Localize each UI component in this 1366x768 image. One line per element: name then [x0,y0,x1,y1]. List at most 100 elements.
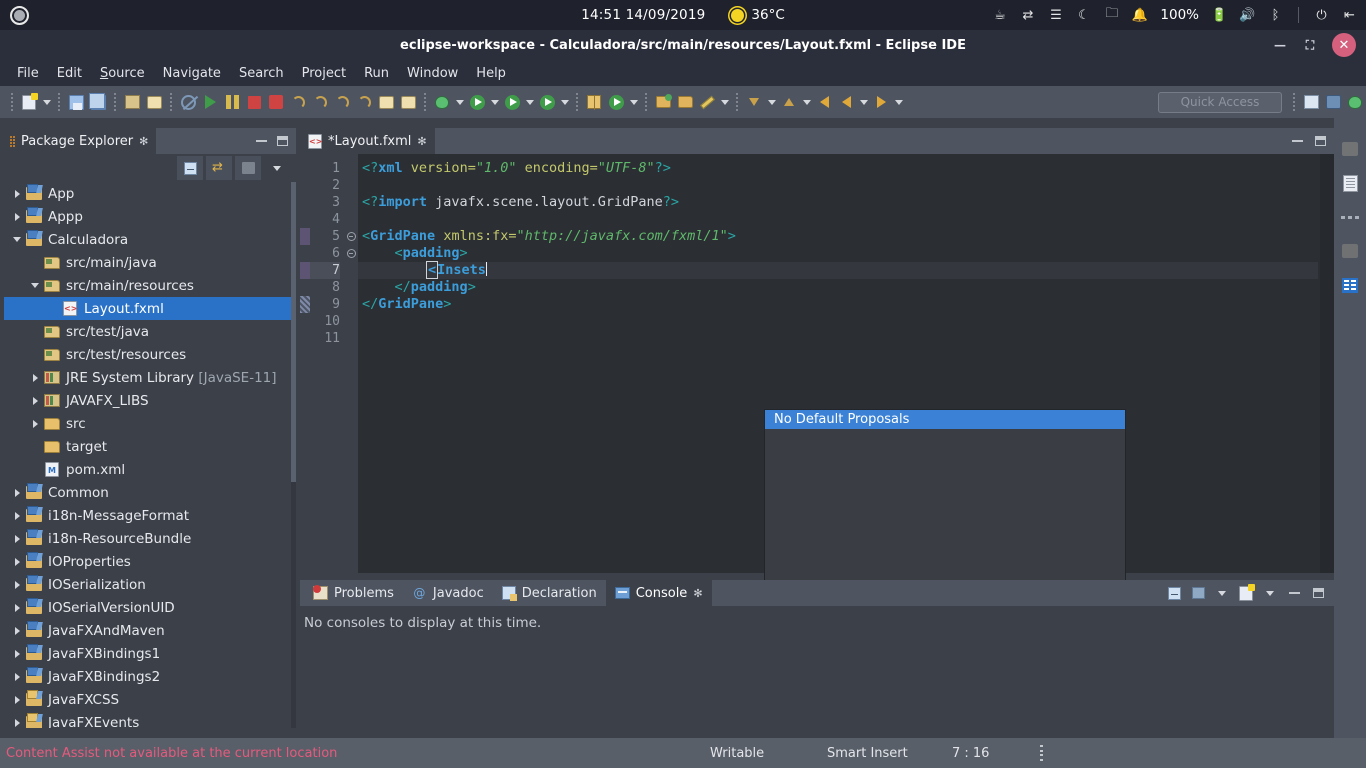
tree-item-src-main-resources[interactable]: src/main/resources [4,274,296,297]
chevron-right-icon[interactable] [28,419,42,428]
menu-item-project[interactable]: Project [293,63,355,84]
disconnect-button[interactable] [265,90,287,114]
tab-console[interactable]: Console ✻ [605,580,712,606]
debug-dropdown[interactable] [558,90,571,114]
content-assist-item[interactable]: No Default Proposals [765,410,1125,429]
focus-on-active-task-button[interactable] [235,156,261,180]
maximize-icon[interactable] [1315,136,1326,146]
ubuntu-circle-icon[interactable] [4,0,34,30]
tree-item-javafxbindings2[interactable]: JavaFXBindings2 [4,665,296,688]
menu-item-help[interactable]: Help [467,63,515,84]
restore-2-icon[interactable] [1334,234,1366,268]
java-perspective-button[interactable] [1322,90,1344,114]
run-last-tool-button[interactable] [501,90,523,114]
external-tools-button[interactable] [431,90,453,114]
tree-item-layout-fxml[interactable]: <> Layout.fxml [4,297,296,320]
back-2-button[interactable] [835,90,857,114]
new-annotation-button[interactable] [605,90,627,114]
menu-item-edit[interactable]: Edit [48,63,91,84]
code-line[interactable]: </padding> [358,279,1318,296]
skip-all-breakpoints-button[interactable] [177,90,199,114]
chevron-right-icon[interactable] [10,189,24,198]
hamburger-menu-icon[interactable]: ☰ [1047,7,1064,24]
tree-item-src-test-resources[interactable]: src/test/resources [4,343,296,366]
tab-layout-fxml[interactable]: <> *Layout.fxml ✻ [300,128,435,154]
chevron-right-icon[interactable] [10,580,24,589]
tab-package-explorer[interactable]: Package Explorer ✻ [4,128,157,154]
step-over-button[interactable] [309,90,331,114]
outline-dots-icon[interactable] [1334,200,1366,234]
code-line[interactable]: <?import javafx.scene.layout.GridPane?> [358,194,1318,211]
chevron-right-icon[interactable] [10,649,24,658]
minimize-icon[interactable] [256,140,267,142]
debug-perspective-button[interactable] [1344,90,1366,114]
chevron-right-icon[interactable] [28,373,42,382]
chevron-down-icon[interactable] [10,237,24,242]
step-return-button[interactable] [331,90,353,114]
tree-item-javafxbindings1[interactable]: JavaFXBindings1 [4,642,296,665]
maximize-icon[interactable] [277,136,288,146]
chevron-right-icon[interactable] [10,212,24,221]
menu-item-source[interactable]: Source [91,63,154,84]
tree-item-target[interactable]: target [4,435,296,458]
open-type-button[interactable] [652,90,674,114]
tree-item-app[interactable]: App [4,182,296,205]
coffee-cup-icon[interactable]: ☕ [991,7,1008,24]
menu-item-navigate[interactable]: Navigate [154,63,230,84]
new-wizard-button[interactable] [18,90,40,114]
annotation-marker[interactable] [300,228,310,245]
print-button[interactable] [121,90,143,114]
close-icon[interactable]: ✻ [693,587,702,600]
vertical-dots-icon[interactable] [1040,745,1043,761]
edit-dropdown[interactable] [718,90,731,114]
task-list-icon[interactable] [1334,268,1366,302]
close-icon[interactable]: ✕ [1332,33,1356,57]
code-line[interactable]: </GridPane> [358,296,1318,313]
fold-collapse-icon[interactable] [344,228,358,245]
occurrence-marker[interactable] [300,296,310,313]
menu-item-file[interactable]: File [8,63,48,84]
tree-item-src-test-java[interactable]: src/test/java [4,320,296,343]
debug-button[interactable] [536,90,558,114]
drag-grip-icon[interactable] [10,134,15,148]
tree-item-ioproperties[interactable]: IOProperties [4,550,296,573]
previous-annotation-dropdown[interactable] [765,90,778,114]
code-line[interactable]: <Insets [358,261,1318,279]
bluetooth-icon[interactable]: ᛒ [1267,7,1284,24]
network-transfer-icon[interactable]: ⇄ [1019,7,1036,24]
chevron-right-icon[interactable] [10,488,24,497]
tree-item-javafxevents[interactable]: JavaFXEvents [4,711,296,728]
terminate-button[interactable] [243,90,265,114]
code-line[interactable] [358,211,1318,228]
maximize-icon[interactable]: ⛶ [1302,37,1318,53]
code-line[interactable] [358,330,1318,347]
night-mode-moon-icon[interactable]: ☾ [1075,7,1092,24]
package-explorer-scrollbar[interactable] [291,182,296,728]
chevron-right-icon[interactable] [10,626,24,635]
link-with-editor-button[interactable]: ⇄ [206,156,232,180]
new-console-view-dropdown[interactable] [1260,582,1280,604]
volume-icon[interactable]: 🔊 [1239,7,1256,24]
tab-problems[interactable]: Problems [304,580,403,606]
chevron-right-icon[interactable] [10,695,24,704]
tree-item-i18n-messageformat[interactable]: i18n-MessageFormat [4,504,296,527]
chevron-right-icon[interactable] [10,557,24,566]
new-java-class-button[interactable] [583,90,605,114]
folder-icon[interactable]: 🗀 [1103,6,1120,24]
drop-to-frame-button[interactable] [353,90,375,114]
next-annotation-button[interactable] [778,90,800,114]
minimize-icon[interactable] [1284,582,1304,604]
minimize-icon[interactable]: — [1272,37,1288,53]
chevron-right-icon[interactable] [28,396,42,405]
editor-scrollbar[interactable] [1320,154,1334,573]
outline-view-icon[interactable] [1334,166,1366,200]
tab-javadoc[interactable]: @ Javadoc [403,580,493,606]
system-weather[interactable]: 36°C [731,7,785,23]
quick-access-input[interactable]: Quick Access [1158,91,1282,113]
notification-bell-icon[interactable]: 🔔 [1131,7,1148,24]
new-dropdown-button[interactable] [40,90,53,114]
back-button[interactable] [813,90,835,114]
tree-item-jre-system-library[interactable]: JRE System Library [JavaSE-11] [4,366,296,389]
tab-declaration[interactable]: Declaration [493,580,606,606]
next-annotation-dropdown[interactable] [800,90,813,114]
